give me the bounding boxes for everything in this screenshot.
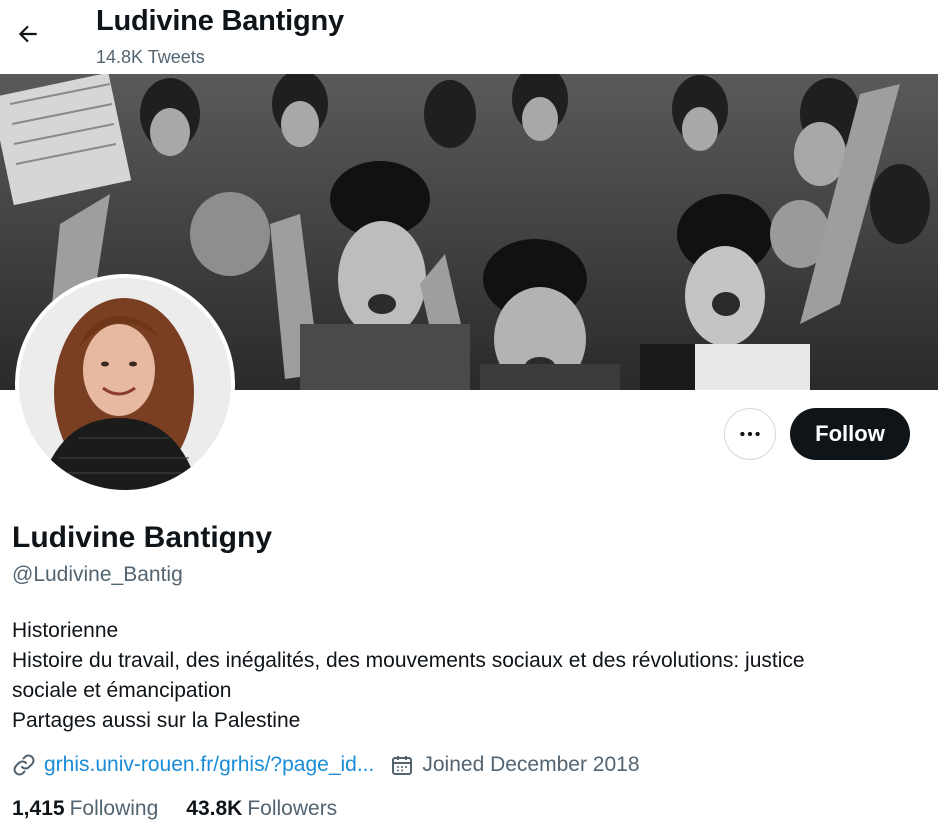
arrow-left-icon bbox=[18, 25, 37, 43]
website-link[interactable]: grhis.univ-rouen.fr/grhis/?page_id... bbox=[44, 753, 374, 777]
joined-item: Joined December 2018 bbox=[390, 753, 640, 777]
profile-bio: Historienne Histoire du travail, des iné… bbox=[12, 616, 912, 736]
following-label: Following bbox=[69, 797, 159, 820]
profile-display-name: Ludivine Bantigny bbox=[12, 521, 273, 554]
bio-line: sociale et émancipation bbox=[12, 679, 232, 702]
follow-stats: 1,415 Following 43.8K Followers bbox=[12, 797, 365, 821]
more-horizontal-icon bbox=[740, 431, 760, 437]
followers-count: 43.8K bbox=[186, 797, 243, 820]
back-button[interactable] bbox=[10, 16, 46, 52]
followers-link[interactable]: 43.8K Followers bbox=[186, 797, 337, 821]
profile-avatar[interactable] bbox=[15, 274, 235, 494]
link-icon bbox=[13, 754, 35, 776]
follow-button[interactable]: Follow bbox=[790, 408, 910, 460]
website-item: grhis.univ-rouen.fr/grhis/?page_id... bbox=[12, 753, 374, 777]
following-count: 1,415 bbox=[12, 797, 65, 820]
tweet-count: 14.8K Tweets bbox=[96, 47, 205, 67]
more-options-button[interactable] bbox=[724, 408, 776, 460]
followers-label: Followers bbox=[247, 797, 338, 820]
bio-line: Partages aussi sur la Palestine bbox=[12, 709, 301, 732]
header-title: Ludivine Bantigny bbox=[96, 5, 344, 37]
profile-meta: grhis.univ-rouen.fr/grhis/?page_id... Jo… bbox=[12, 750, 640, 780]
profile-handle: @Ludivine_Bantig bbox=[12, 563, 183, 586]
bio-line: Historienne bbox=[12, 619, 119, 642]
top-bar: Ludivine Bantigny 14.8K Tweets bbox=[0, 0, 938, 74]
joined-date: Joined December 2018 bbox=[422, 753, 640, 776]
following-link[interactable]: 1,415 Following bbox=[12, 797, 158, 821]
calendar-icon bbox=[392, 756, 413, 775]
bio-line: Histoire du travail, des inégalités, des… bbox=[12, 649, 805, 672]
